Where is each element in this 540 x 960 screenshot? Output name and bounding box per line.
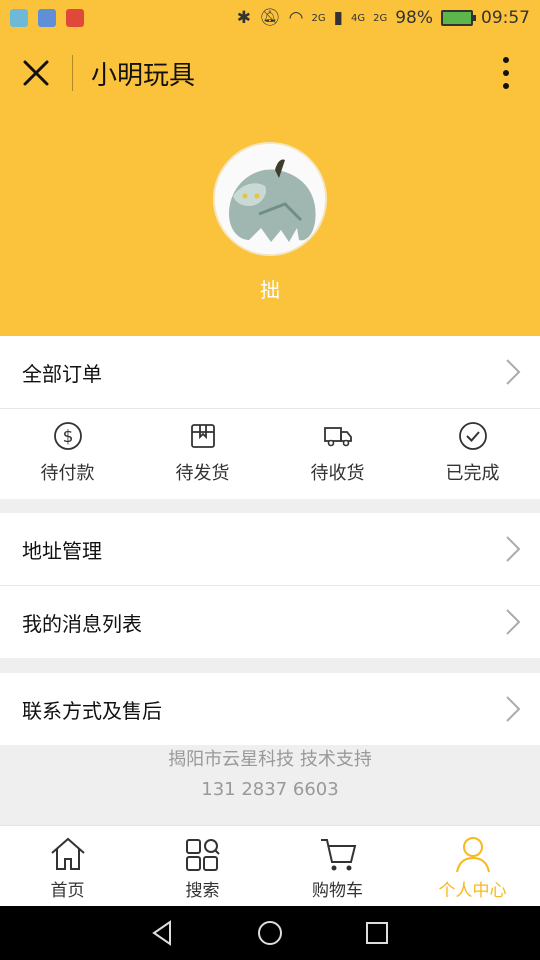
dollar-circle-icon: $ <box>53 422 82 450</box>
page-title: 小明玩具 <box>91 60 196 91</box>
svg-text:$: $ <box>62 427 73 447</box>
pending-payment-button[interactable]: $ 待付款 <box>0 409 135 499</box>
contact-aftersales-label: 联系方式及售后 <box>22 698 162 723</box>
username: 拙 <box>260 278 280 302</box>
network-2g-second-label: 2G <box>373 12 388 24</box>
tab-profile[interactable]: 个人中心 <box>405 826 540 906</box>
address-management-row[interactable]: 地址管理 <box>0 513 540 586</box>
chevron-right-icon <box>506 609 521 635</box>
package-icon <box>190 424 215 448</box>
tab-cart-label: 购物车 <box>312 881 363 901</box>
network-2g-label: 2G <box>311 12 326 24</box>
battery-percent: 98% <box>395 8 433 28</box>
pending-shipment-label: 待发货 <box>175 463 230 484</box>
tab-search[interactable]: 搜索 <box>135 826 270 906</box>
contact-aftersales-row[interactable]: 联系方式及售后 <box>0 673 540 745</box>
avatar[interactable] <box>213 142 327 256</box>
tech-support-text: 揭阳市云星科技 技术支持 <box>168 749 372 770</box>
chevron-right-icon <box>506 696 521 722</box>
notification-icons <box>10 9 84 27</box>
close-button[interactable] <box>0 36 72 110</box>
chevron-right-icon <box>506 359 521 385</box>
message-list-row[interactable]: 我的消息列表 <box>0 586 540 658</box>
wifi-icon: ◠ <box>288 8 304 28</box>
all-orders-label: 全部订单 <box>22 361 102 386</box>
mute-icon: 🔕︎ <box>259 8 281 28</box>
signal-icon: ▮ <box>333 8 343 28</box>
home-icon <box>50 837 85 870</box>
usb-icon <box>10 9 28 27</box>
back-icon[interactable] <box>148 918 178 948</box>
system-navigation-bar <box>0 906 540 960</box>
title-bar: 小明玩具 <box>0 36 540 110</box>
bear-avatar-image <box>215 144 325 254</box>
truck-icon <box>323 427 352 447</box>
title-divider <box>72 55 73 91</box>
more-dot-icon <box>503 70 509 76</box>
status-bar: ✱ 🔕︎ ◠ 2G ▮ 4G 2G 98% 09:57 <box>0 0 540 36</box>
address-management-label: 地址管理 <box>22 538 102 563</box>
home-circle-icon[interactable] <box>255 918 285 948</box>
pending-payment-label: 待付款 <box>40 463 95 484</box>
clock: 09:57 <box>481 8 530 28</box>
more-dot-icon <box>503 83 509 89</box>
support-phone[interactable]: 131 2837 6603 <box>0 775 540 805</box>
completed-button[interactable]: 已完成 <box>405 409 540 499</box>
check-circle-icon <box>458 422 487 450</box>
user-icon <box>455 837 490 873</box>
order-status-bar: $ 待付款 待发货 待收货 已完成 <box>0 409 540 499</box>
pending-receipt-label: 待收货 <box>310 463 365 484</box>
more-options-button[interactable] <box>492 54 520 92</box>
tab-profile-label: 个人中心 <box>438 881 507 901</box>
tab-cart[interactable]: 购物车 <box>270 826 405 906</box>
battery-icon <box>441 10 476 26</box>
profile-header: 小明玩具 拙 <box>0 36 540 336</box>
bluetooth-icon: ✱ <box>236 8 252 28</box>
more-dot-icon <box>503 57 509 63</box>
pending-receipt-button[interactable]: 待收货 <box>270 409 405 499</box>
close-icon <box>23 60 49 86</box>
message-list-label: 我的消息列表 <box>22 611 142 636</box>
bottom-tab-bar: 首页 搜索 购物车 个人中心 <box>0 825 540 906</box>
all-orders-row[interactable]: 全部订单 <box>0 336 540 409</box>
completed-label: 已完成 <box>445 463 500 484</box>
gallery-icon <box>38 9 56 27</box>
tech-support-info: 揭阳市云星科技 技术支持 131 2837 6603 <box>0 745 540 825</box>
network-4g-label: 4G <box>350 12 366 24</box>
chevron-right-icon <box>506 536 521 562</box>
pending-shipment-button[interactable]: 待发货 <box>135 409 270 499</box>
tab-home-label: 首页 <box>50 881 85 901</box>
cart-icon <box>320 839 356 871</box>
search-grid-icon <box>185 839 220 871</box>
tab-search-label: 搜索 <box>185 881 220 901</box>
recents-icon[interactable] <box>362 918 392 948</box>
huawei-icon <box>66 9 84 27</box>
tab-home[interactable]: 首页 <box>0 826 135 906</box>
